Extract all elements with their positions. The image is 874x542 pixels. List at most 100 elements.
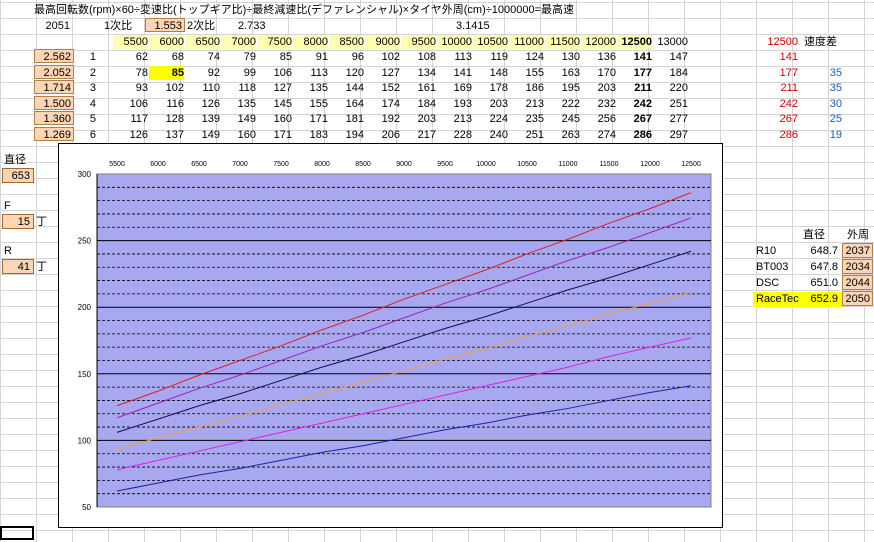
gear-ratio-cell[interactable]: 2.562 <box>34 49 74 63</box>
speed-cell[interactable]: 141 <box>617 50 652 64</box>
speed-cell[interactable]: 220 <box>653 81 688 95</box>
speed-cell[interactable]: 127 <box>365 66 400 80</box>
speed-cell[interactable]: 171 <box>293 112 328 126</box>
speed-cell[interactable]: 147 <box>653 50 688 64</box>
speed-cell[interactable]: 116 <box>149 97 184 111</box>
speed-cell[interactable]: 181 <box>329 112 364 126</box>
speed-cell[interactable]: 155 <box>509 66 544 80</box>
speed-cell[interactable]: 113 <box>293 66 328 80</box>
top-speed-red-cell[interactable]: 286 <box>754 128 798 142</box>
speed-cell[interactable]: 251 <box>509 128 544 142</box>
top-speed-red-cell[interactable]: 211 <box>754 81 798 95</box>
gear-ratio-cell[interactable]: 1.714 <box>34 80 74 94</box>
speed-cell[interactable]: 256 <box>581 112 616 126</box>
speed-cell[interactable]: 206 <box>365 128 400 142</box>
speed-cell[interactable]: 203 <box>473 97 508 111</box>
title-formula[interactable]: 最高回転数(rpm)×60÷変速比(トップギア比)÷最終減速比(デファレンシャル… <box>34 3 574 17</box>
speed-cell[interactable]: 79 <box>221 50 256 64</box>
speed-cell[interactable]: 102 <box>149 81 184 95</box>
gear-number-cell[interactable]: 3 <box>80 81 96 95</box>
speed-cell[interactable]: 149 <box>221 112 256 126</box>
speed-cell[interactable]: 113 <box>437 50 472 64</box>
speed-diff-cell[interactable]: 35 <box>804 81 842 95</box>
tyre-diameter-cell[interactable]: 647.8 <box>796 260 838 274</box>
speed-cell[interactable]: 183 <box>293 128 328 142</box>
speed-cell[interactable]: 155 <box>293 97 328 111</box>
speed-cell[interactable]: 213 <box>509 97 544 111</box>
rpm-header-cell[interactable]: 8500 <box>329 35 364 49</box>
speed-cell[interactable]: 118 <box>221 81 256 95</box>
speed-cell[interactable]: 136 <box>581 50 616 64</box>
rpm-header-cell[interactable]: 7500 <box>257 35 292 49</box>
gear-number-cell[interactable]: 5 <box>80 112 96 126</box>
rpm-header-cell[interactable]: 6500 <box>185 35 220 49</box>
gear-number-cell[interactable]: 1 <box>80 50 96 64</box>
gear-ratio-cell[interactable]: 1.360 <box>34 111 74 125</box>
speed-cell[interactable]: 68 <box>149 50 184 64</box>
speed-cell[interactable]: 192 <box>365 112 400 126</box>
speed-cell[interactable]: 242 <box>617 97 652 111</box>
speed-cell[interactable]: 85 <box>257 50 292 64</box>
speed-cell[interactable]: 145 <box>257 97 292 111</box>
speed-cell[interactable]: 62 <box>113 50 148 64</box>
speed-diff-cell[interactable]: 19 <box>804 128 842 142</box>
speed-diff-cell[interactable]: 35 <box>804 66 842 80</box>
tyre-diameter-cell[interactable]: 651.0 <box>796 276 838 290</box>
tyre-name-cell[interactable]: R10 <box>756 244 776 258</box>
gear-ratio-cell[interactable]: 2.052 <box>34 65 74 79</box>
speed-cell[interactable]: 194 <box>329 128 364 142</box>
speed-cell[interactable]: 195 <box>545 81 580 95</box>
diameter-input[interactable]: 653 <box>2 168 34 183</box>
speed-cell[interactable]: 144 <box>329 81 364 95</box>
speed-cell[interactable]: 213 <box>437 112 472 126</box>
speed-cell[interactable]: 203 <box>401 112 436 126</box>
speed-cell[interactable]: 78 <box>113 66 148 80</box>
speed-cell[interactable]: 135 <box>221 97 256 111</box>
speed-cell[interactable]: 141 <box>437 66 472 80</box>
speed-cell[interactable]: 171 <box>257 128 292 142</box>
speed-cell[interactable]: 126 <box>113 128 148 142</box>
tyre-name-cell[interactable]: RaceTec <box>756 292 799 306</box>
speed-cell[interactable]: 186 <box>509 81 544 95</box>
speed-cell[interactable]: 102 <box>365 50 400 64</box>
tyre-circumference-cell[interactable]: 2037 <box>842 243 873 258</box>
second-ratio-label[interactable]: 2次比 <box>187 19 215 33</box>
speed-cell[interactable]: 152 <box>365 81 400 95</box>
speed-cell[interactable]: 99 <box>221 66 256 80</box>
speed-cell[interactable]: 160 <box>257 112 292 126</box>
top-speed-red-cell[interactable]: 242 <box>754 97 798 111</box>
rpm-header-cell[interactable]: 9500 <box>401 35 436 49</box>
speed-cell[interactable]: 85 <box>149 66 184 80</box>
speed-cell[interactable]: 160 <box>221 128 256 142</box>
speed-cell[interactable]: 74 <box>185 50 220 64</box>
rpm-header-cell[interactable]: 5500 <box>113 35 148 49</box>
speed-cell[interactable]: 245 <box>545 112 580 126</box>
tyre-name-cell[interactable]: BT003 <box>756 260 788 274</box>
speed-cell[interactable]: 96 <box>329 50 364 64</box>
speed-diff-cell[interactable] <box>804 50 842 64</box>
rpm-header-cell[interactable]: 11000 <box>509 35 544 49</box>
speed-cell[interactable]: 124 <box>509 50 544 64</box>
speed-cell[interactable]: 92 <box>185 66 220 80</box>
speed-diff-cell[interactable]: 30 <box>804 97 842 111</box>
speed-cell[interactable]: 228 <box>437 128 472 142</box>
top-speed-red-cell[interactable]: 141 <box>754 50 798 64</box>
gear-ratio-cell[interactable]: 1.269 <box>34 127 74 141</box>
speed-cell[interactable]: 128 <box>149 112 184 126</box>
pi-value[interactable]: 3.1415 <box>456 19 490 33</box>
tyre-circumference-cell[interactable]: 2044 <box>842 275 873 290</box>
tyre-circumference-cell[interactable]: 2034 <box>842 259 873 274</box>
speed-cell[interactable]: 139 <box>185 112 220 126</box>
rpm-header-cell[interactable]: 7000 <box>221 35 256 49</box>
speed-cell[interactable]: 232 <box>581 97 616 111</box>
gear-ratio-cell[interactable]: 1.500 <box>34 96 74 110</box>
speed-cell[interactable]: 126 <box>185 97 220 111</box>
speed-cell[interactable]: 149 <box>185 128 220 142</box>
r-teeth-input[interactable]: 41 <box>2 259 34 274</box>
speed-diff-cell[interactable]: 25 <box>804 112 842 126</box>
red-rpm-header[interactable]: 12500 <box>754 35 798 49</box>
speed-cell[interactable]: 174 <box>365 97 400 111</box>
rpm-header-cell[interactable]: 10000 <box>437 35 472 49</box>
speed-cell[interactable]: 217 <box>401 128 436 142</box>
speed-cell[interactable]: 263 <box>545 128 580 142</box>
